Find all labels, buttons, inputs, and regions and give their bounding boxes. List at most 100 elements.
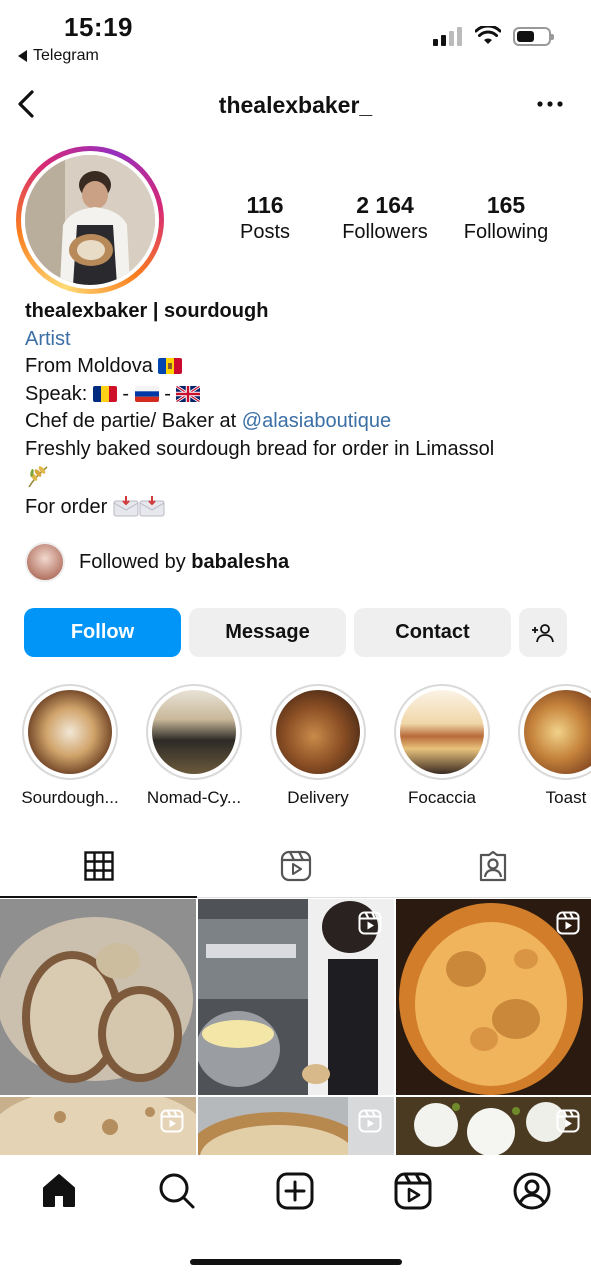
highlight-label: Delivery xyxy=(287,788,349,807)
message-button[interactable]: Message xyxy=(189,608,346,657)
highlight-cover xyxy=(152,690,236,774)
battery-icon xyxy=(513,26,554,46)
followers-count[interactable]: 2 164 Followers xyxy=(330,192,440,244)
incoming-envelope-icon xyxy=(139,495,165,516)
bio-line-fresh: Freshly baked sourdough bread for order … xyxy=(25,437,495,460)
bio-speak-text: Speak: xyxy=(25,382,88,405)
following-count[interactable]: 165 Following xyxy=(456,192,556,244)
highlight-item[interactable]: Focaccia xyxy=(380,684,504,808)
bottom-navigation xyxy=(0,1155,591,1280)
tagged-user-icon xyxy=(479,850,506,882)
profile-actions: Follow Message Contact xyxy=(24,608,568,657)
mutual-follower-avatar xyxy=(25,542,65,582)
reels-nav-icon[interactable] xyxy=(393,1171,433,1211)
more-options-icon[interactable] xyxy=(535,94,565,114)
contact-button[interactable]: Contact xyxy=(354,608,511,657)
followed-by-prefix: Followed by xyxy=(79,550,192,573)
bio-from-text: From Moldova xyxy=(25,355,153,377)
reel-badge-icon xyxy=(358,911,382,935)
suggested-users-button[interactable] xyxy=(519,608,567,657)
highlight-label: Nomad-Cy... xyxy=(146,788,242,807)
highlight-label: Sourdough... xyxy=(21,788,119,807)
bio-line-speak: Speak: - - xyxy=(25,381,585,409)
flag-separator-dash: - xyxy=(122,382,130,405)
wifi-icon xyxy=(475,26,501,44)
highlight-label: Toast xyxy=(545,788,587,807)
follow-button[interactable]: Follow xyxy=(24,608,181,657)
incoming-envelope-icon xyxy=(113,495,139,516)
post-thumbnail[interactable] xyxy=(396,899,591,1095)
followed-by-text: Followed by babalesha xyxy=(79,551,289,574)
followed-by-user: babalesha xyxy=(191,550,290,573)
cellular-signal-icon xyxy=(433,27,462,46)
search-icon[interactable] xyxy=(157,1171,197,1211)
reel-badge-icon xyxy=(358,1109,382,1133)
highlight-item[interactable]: Sourdough... xyxy=(8,684,132,808)
followed-by-row[interactable]: Followed by babalesha xyxy=(25,542,289,582)
profile-icon[interactable] xyxy=(512,1171,552,1211)
bio-line-from: From Moldova xyxy=(25,353,585,381)
bio-line-order: For order xyxy=(25,494,585,522)
new-post-icon[interactable] xyxy=(275,1171,315,1211)
bio-chef-text: Chef de partie/ Baker at xyxy=(25,410,242,432)
profile-header: thealexbaker_ xyxy=(0,80,591,130)
status-bar: 15:19 Telegram xyxy=(0,0,591,72)
posts-count[interactable]: 116 Posts xyxy=(220,192,310,244)
post-thumbnail[interactable] xyxy=(0,1097,196,1155)
home-indicator-bar[interactable] xyxy=(190,1259,402,1265)
active-tab-indicator xyxy=(0,896,197,898)
reel-badge-icon xyxy=(556,911,580,935)
romania-flag-icon xyxy=(92,385,117,402)
profile-tabs xyxy=(0,834,591,898)
wheat-icon xyxy=(28,466,48,488)
highlight-item[interactable]: Nomad-Cy... xyxy=(132,684,256,808)
highlight-cover xyxy=(28,690,112,774)
reel-badge-icon xyxy=(160,1109,184,1133)
back-triangle-icon xyxy=(18,50,27,62)
highlight-label: Focaccia xyxy=(407,788,477,807)
reels-icon xyxy=(280,850,311,882)
tab-tagged[interactable] xyxy=(394,834,591,898)
uk-flag-icon xyxy=(176,385,201,402)
posts-grid xyxy=(0,899,591,1155)
highlight-cover xyxy=(276,690,360,774)
back-to-telegram-link[interactable]: Telegram xyxy=(18,47,99,65)
tab-posts-grid[interactable] xyxy=(0,834,197,898)
followers-count-value: 2 164 xyxy=(356,192,414,218)
post-thumbnail[interactable] xyxy=(198,899,394,1095)
reel-badge-icon xyxy=(556,1109,580,1133)
story-highlights: Sourdough... Nomad-Cy... Delivery Focacc… xyxy=(0,684,591,814)
grid-icon xyxy=(83,851,114,881)
bio-line-wheat xyxy=(25,463,585,494)
tab-reels[interactable] xyxy=(197,834,394,898)
post-thumbnail[interactable] xyxy=(0,899,196,1095)
highlight-cover xyxy=(524,690,591,774)
post-thumbnail[interactable] xyxy=(198,1097,394,1155)
highlight-item[interactable]: Delivery xyxy=(256,684,380,808)
profile-bio: thealexbaker | sourdough Artist From Mol… xyxy=(25,298,585,521)
followers-count-label: Followers xyxy=(342,221,428,243)
status-icons xyxy=(433,26,554,46)
highlight-item[interactable]: Toast xyxy=(504,684,591,808)
posts-count-value: 116 xyxy=(246,192,284,218)
bio-line-chef: Chef de partie/ Baker at @alasiaboutique xyxy=(25,408,585,436)
profile-avatar[interactable] xyxy=(16,146,164,294)
status-time: 15:19 xyxy=(64,12,133,42)
moldova-flag-icon xyxy=(158,358,183,374)
bio-order-text: For order xyxy=(25,495,108,518)
avatar-photo xyxy=(25,155,155,285)
post-thumbnail[interactable] xyxy=(396,1097,591,1155)
following-count-value: 165 xyxy=(486,192,526,218)
profile-username-title: thealexbaker_ xyxy=(218,92,373,118)
bio-display-name: thealexbaker | sourdough xyxy=(25,300,269,322)
posts-count-label: Posts xyxy=(239,221,291,243)
back-app-label: Telegram xyxy=(33,47,99,64)
following-count-label: Following xyxy=(463,221,549,243)
bio-category: Artist xyxy=(25,327,71,350)
tabs-divider xyxy=(197,897,591,898)
bio-mention-link[interactable]: @alasiaboutique xyxy=(242,410,391,432)
profile-stats: 116 Posts 2 164 Followers 165 Following xyxy=(220,192,570,252)
home-icon[interactable] xyxy=(39,1171,79,1211)
flag-separator-dash: - xyxy=(164,382,171,405)
add-person-icon xyxy=(532,623,554,642)
